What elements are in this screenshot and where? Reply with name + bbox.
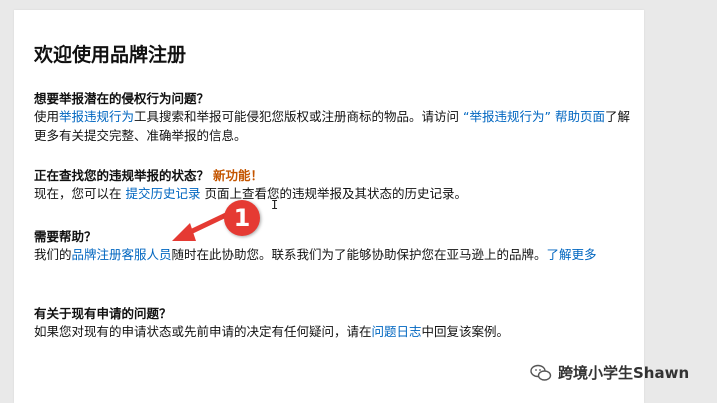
page-title: 欢迎使用品牌注册 xyxy=(34,44,187,66)
new-feature-badge: 新功能！ xyxy=(213,168,264,183)
brand-registry-card xyxy=(14,10,644,403)
section-report-violation: 想要举报潜在的侵权行为问题？ 使用举报违规行为工具搜索和举报可能侵犯您版权或注册… xyxy=(34,90,634,145)
wechat-icon xyxy=(530,364,552,381)
brand-registry-support-link[interactable]: 品牌注册客服人员 xyxy=(72,247,172,262)
section-body: 如果您对现有的申请状态或先前申请的决定有任何疑问，请在问题日志中回复该案例。 xyxy=(34,324,510,339)
annotation-number-badge: 1 xyxy=(224,200,260,236)
case-log-link[interactable]: 问题日志 xyxy=(372,324,422,339)
watermark: 跨境小学生Shawn xyxy=(530,362,689,383)
report-violation-link[interactable]: 举报违规行为 xyxy=(59,109,134,124)
text-cursor-icon: I xyxy=(271,198,279,212)
section-violation-status: 正在查找您的违规举报的状态？ 新功能！ 现在，您可以在 提交历史记录 页面上查看您… xyxy=(34,167,634,203)
section-body: 使用举报违规行为工具搜索和举报可能侵犯您版权或注册商标的物品。请访问 “举报违规… xyxy=(34,109,630,143)
section-body: 我们的品牌注册客服人员随时在此协助您。联系我们为了能够协助保护您在亚马逊上的品牌… xyxy=(34,247,597,262)
section-heading: 正在查找您的违规举报的状态？ 新功能！ xyxy=(34,168,264,183)
section-existing-application: 有关于现有申请的问题？ 如果您对现有的申请状态或先前申请的决定有任何疑问，请在问… xyxy=(34,305,634,341)
section-heading: 想要举报潜在的侵权行为问题？ xyxy=(34,91,210,106)
watermark-text: 跨境小学生Shawn xyxy=(558,364,690,382)
report-violation-help-link[interactable]: “举报违规行为” 帮助页面 xyxy=(463,109,605,124)
section-heading: 需要帮助？ xyxy=(34,229,97,244)
section-body: 现在，您可以在 提交历史记录 页面上查看您的违规举报及其状态的历史记录。 xyxy=(34,186,467,201)
section-need-help: 需要帮助？ 我们的品牌注册客服人员随时在此协助您。联系我们为了能够协助保护您在亚… xyxy=(34,228,634,264)
learn-more-link[interactable]: 了解更多 xyxy=(547,247,597,262)
section-heading: 有关于现有申请的问题？ xyxy=(34,306,172,321)
